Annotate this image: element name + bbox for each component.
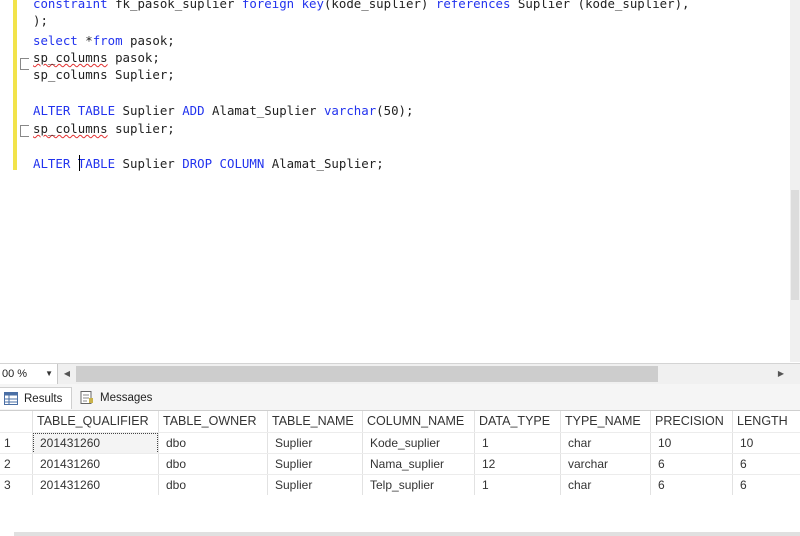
- change-marker-bar: [13, 0, 17, 170]
- code-token: Suplier (kode_suplier),: [510, 0, 690, 11]
- table-cell[interactable]: 6: [736, 475, 800, 496]
- results-tab-strip: Results Messages: [0, 384, 800, 411]
- tab-results-label: Results: [24, 393, 63, 405]
- sql-keyword: ALTER TABLE: [33, 103, 116, 118]
- code-token: (kode_suplier): [323, 0, 436, 11]
- table-cell[interactable]: 201431260: [36, 433, 159, 454]
- row-number[interactable]: 1: [0, 433, 30, 454]
- scroll-left-icon[interactable]: ◀: [60, 364, 74, 384]
- horizontal-scroll-thumb[interactable]: [76, 366, 658, 382]
- column-header[interactable]: TABLE_OWNER: [159, 411, 268, 432]
- tab-messages-label: Messages: [100, 392, 153, 404]
- table-cell[interactable]: 201431260: [36, 454, 159, 475]
- table-cell[interactable]: char: [564, 475, 651, 496]
- row-number[interactable]: 2: [0, 454, 30, 475]
- code-line[interactable]: );: [33, 12, 48, 29]
- code-line[interactable]: sp_columns suplier;: [33, 120, 175, 137]
- code-line[interactable]: ALTER TABLE Suplier ADD Alamat_Suplier v…: [33, 102, 413, 119]
- table-cell[interactable]: Nama_suplier: [366, 454, 475, 475]
- table-cell[interactable]: 6: [654, 454, 733, 475]
- table-cell[interactable]: varchar: [564, 454, 651, 475]
- editor-horizontal-scrollbar[interactable]: 00 % ▼ ◀ ▶: [0, 363, 800, 385]
- column-header[interactable]: TABLE_NAME: [268, 411, 363, 432]
- table-cell[interactable]: 1: [478, 475, 561, 496]
- column-header[interactable]: DATA_TYPE: [475, 411, 561, 432]
- table-cell[interactable]: 10: [736, 433, 800, 454]
- table-cell[interactable]: Suplier: [271, 433, 363, 454]
- table-cell[interactable]: Kode_suplier: [366, 433, 475, 454]
- column-header[interactable]: PRECISION: [651, 411, 733, 432]
- scroll-right-icon[interactable]: ▶: [774, 364, 788, 384]
- code-token: (50);: [376, 103, 414, 118]
- table-cell[interactable]: 6: [654, 475, 733, 496]
- code-line[interactable]: sp_columns pasok;: [33, 49, 160, 66]
- code-line[interactable]: constraint fk_pasok_suplier foreign key(…: [33, 0, 690, 12]
- code-line[interactable]: sp_columns Suplier;: [33, 66, 175, 83]
- editor-vertical-scrollbar[interactable]: [790, 0, 800, 362]
- column-header[interactable]: TABLE_QUALIFIER: [33, 411, 159, 432]
- query-editor[interactable]: constraint fk_pasok_suplier foreign key(…: [0, 0, 790, 362]
- sql-keyword: ADD: [182, 103, 205, 118]
- code-token: sp_columns: [33, 121, 108, 136]
- tab-messages[interactable]: Messages: [76, 387, 156, 409]
- table-cell[interactable]: Suplier: [271, 475, 363, 496]
- table-cell[interactable]: dbo: [162, 475, 268, 496]
- table-cell[interactable]: dbo: [162, 454, 268, 475]
- code-token: pasok;: [122, 33, 175, 48]
- collapse-marker-icon[interactable]: [20, 125, 29, 137]
- table-cell[interactable]: 6: [736, 454, 800, 475]
- editor-vertical-scroll-thumb[interactable]: [791, 190, 799, 300]
- zoom-dropdown[interactable]: 00 % ▼: [0, 364, 58, 384]
- sql-keyword: constraint: [33, 0, 108, 11]
- sql-keyword: DROP COLUMN: [182, 156, 265, 171]
- code-line[interactable]: ALTER TABLE Suplier DROP COLUMN Alamat_S…: [33, 155, 384, 172]
- grid-horizontal-scrollbar[interactable]: [14, 532, 800, 536]
- code-token: pasok;: [107, 50, 160, 65]
- table-cell[interactable]: 12: [478, 454, 561, 475]
- column-header[interactable]: TYPE_NAME: [561, 411, 651, 432]
- table-cell[interactable]: 10: [654, 433, 733, 454]
- code-token: Suplier: [115, 103, 183, 118]
- collapse-marker-icon[interactable]: [20, 58, 29, 70]
- sql-keyword: select: [33, 33, 78, 48]
- table-cell[interactable]: dbo: [162, 433, 268, 454]
- zoom-value: 00 %: [2, 368, 28, 380]
- text-caret: [79, 155, 80, 171]
- code-token: Alamat_Suplier;: [264, 156, 384, 171]
- results-grid[interactable]: TABLE_QUALIFIER TABLE_OWNER TABLE_NAME COLU…: [0, 411, 800, 536]
- grid-icon: [4, 392, 18, 405]
- messages-icon: [80, 391, 93, 404]
- sql-keyword: references: [435, 0, 511, 11]
- table-cell[interactable]: 201431260: [36, 475, 159, 496]
- code-token: sp_columns Suplier;: [33, 67, 175, 82]
- tab-results[interactable]: Results: [0, 387, 72, 409]
- table-cell[interactable]: 1: [478, 433, 561, 454]
- code-token: Alamat_Suplier: [204, 103, 324, 118]
- code-line[interactable]: select *from pasok;: [33, 32, 175, 49]
- column-header[interactable]: LENGTH: [733, 411, 800, 432]
- sql-keyword: from: [92, 33, 123, 48]
- table-cell[interactable]: Telp_suplier: [366, 475, 475, 496]
- column-header[interactable]: COLUMN_NAME: [363, 411, 475, 432]
- code-token: );: [33, 13, 48, 28]
- code-token: fk_pasok_suplier: [107, 0, 242, 11]
- row-number[interactable]: 3: [0, 475, 30, 496]
- code-token: Suplier: [115, 156, 183, 171]
- code-token: suplier;: [107, 121, 175, 136]
- sql-keyword: TABLE: [77, 156, 116, 171]
- code-token: *: [77, 33, 93, 48]
- table-cell[interactable]: Suplier: [271, 454, 363, 475]
- table-cell[interactable]: char: [564, 433, 651, 454]
- chevron-down-icon[interactable]: ▼: [45, 364, 53, 384]
- sql-keyword: ALTER: [33, 156, 71, 171]
- sql-keyword: foreign key: [241, 0, 324, 11]
- sql-keyword: varchar: [323, 103, 377, 118]
- code-token: sp_columns: [33, 50, 108, 65]
